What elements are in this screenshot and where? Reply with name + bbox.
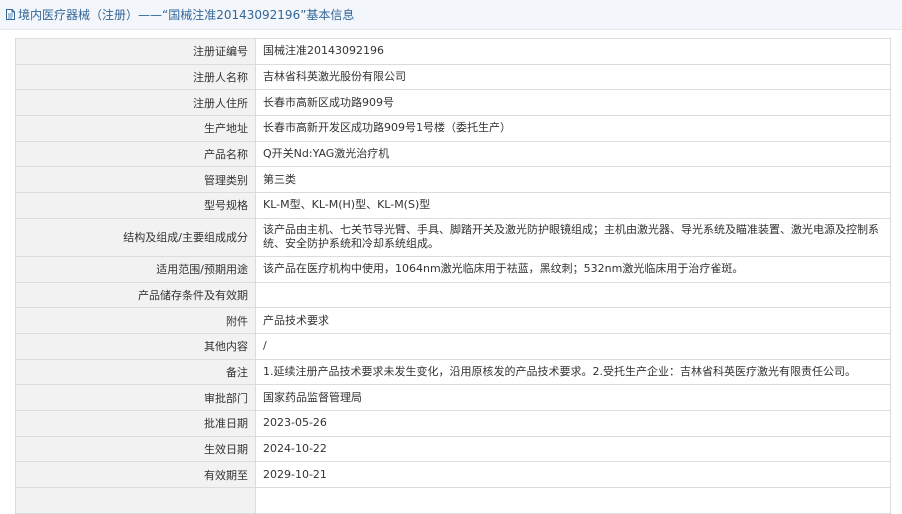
table-row: 结构及组成/主要组成成分 该产品由主机、七关节导光臂、手具、脚踏开关及激光防护眼镜… <box>15 217 891 257</box>
field-value: 吉林省科英激光股份有限公司 <box>255 63 891 91</box>
field-label: 生产地址 <box>15 115 256 142</box>
field-label: 注册证编号 <box>15 38 256 65</box>
field-label: 注册人名称 <box>15 63 256 91</box>
field-value: 2029-10-21 <box>255 461 891 488</box>
page-header: 境内医疗器械（注册）——“国械注准20143092196”基本信息 <box>0 0 902 30</box>
table-row: 注册人住所 长春市高新区成功路909号 <box>15 89 891 117</box>
field-label: 有效期至 <box>15 461 256 488</box>
table-row: 管理类别 第三类 <box>15 166 891 194</box>
field-value: / <box>255 332 891 360</box>
field-value: KL-M型、KL-M(H)型、KL-M(S)型 <box>255 192 891 219</box>
field-value: 1.延续注册产品技术要求未发生变化，沿用原核发的产品技术要求。2.受托生产企业：… <box>255 358 891 386</box>
field-label: 其他内容 <box>15 332 256 360</box>
table-row: 附件 产品技术要求 <box>15 307 891 334</box>
field-label: 备注 <box>15 358 256 386</box>
table-row: 批准日期 2023-05-26 <box>15 409 891 437</box>
field-value: 国械注准20143092196 <box>255 38 891 65</box>
table-row: 注册人名称 吉林省科英激光股份有限公司 <box>15 63 891 91</box>
field-value: 该产品在医疗机构中使用，1064nm激光临床用于祛蓝，黑纹刺；532nm激光临床… <box>255 255 891 283</box>
table-row: 备注 1.延续注册产品技术要求未发生变化，沿用原核发的产品技术要求。2.受托生产企… <box>15 358 891 386</box>
field-label: 附件 <box>15 307 256 334</box>
field-label <box>15 487 256 514</box>
field-label: 注册人住所 <box>15 89 256 117</box>
field-label: 生效日期 <box>15 435 256 463</box>
table-row: 生产地址 长春市高新开发区成功路909号1号楼（委托生产） <box>15 115 891 142</box>
table-row: 型号规格 KL-M型、KL-M(H)型、KL-M(S)型 <box>15 192 891 219</box>
field-label: 结构及组成/主要组成成分 <box>15 217 256 257</box>
field-value <box>255 487 891 514</box>
field-label: 产品储存条件及有效期 <box>15 281 256 309</box>
field-value: 国家药品监督管理局 <box>255 384 891 411</box>
field-value: 长春市高新区成功路909号 <box>255 89 891 117</box>
field-label: 型号规格 <box>15 192 256 219</box>
field-value: 2023-05-26 <box>255 409 891 437</box>
table-row: 适用范围/预期用途 该产品在医疗机构中使用，1064nm激光临床用于祛蓝，黑纹刺；… <box>15 255 891 283</box>
field-value: Q开关Nd:YAG激光治疗机 <box>255 140 891 168</box>
field-value <box>255 281 891 309</box>
field-label: 审批部门 <box>15 384 256 411</box>
page-title: 境内医疗器械（注册）——“国械注准20143092196”基本信息 <box>18 8 355 22</box>
field-label: 批准日期 <box>15 409 256 437</box>
field-value: 第三类 <box>255 166 891 194</box>
table-row: 有效期至 2029-10-21 <box>15 461 891 488</box>
field-value: 产品技术要求 <box>255 307 891 334</box>
field-value: 该产品由主机、七关节导光臂、手具、脚踏开关及激光防护眼镜组成；主机由激光器、导光… <box>255 217 891 257</box>
field-label: 管理类别 <box>15 166 256 194</box>
field-label: 产品名称 <box>15 140 256 168</box>
detail-table: 注册证编号 国械注准20143092196 注册人名称 吉林省科英激光股份有限公司 … <box>15 38 891 514</box>
table-row <box>15 487 891 514</box>
document-icon <box>6 9 15 20</box>
field-label: 适用范围/预期用途 <box>15 255 256 283</box>
table-row: 产品储存条件及有效期 <box>15 281 891 309</box>
field-value: 长春市高新开发区成功路909号1号楼（委托生产） <box>255 115 891 142</box>
table-row: 生效日期 2024-10-22 <box>15 435 891 463</box>
field-value: 2024-10-22 <box>255 435 891 463</box>
table-row: 其他内容 / <box>15 332 891 360</box>
table-row: 审批部门 国家药品监督管理局 <box>15 384 891 411</box>
table-row: 注册证编号 国械注准20143092196 <box>15 38 891 65</box>
table-row: 产品名称 Q开关Nd:YAG激光治疗机 <box>15 140 891 168</box>
